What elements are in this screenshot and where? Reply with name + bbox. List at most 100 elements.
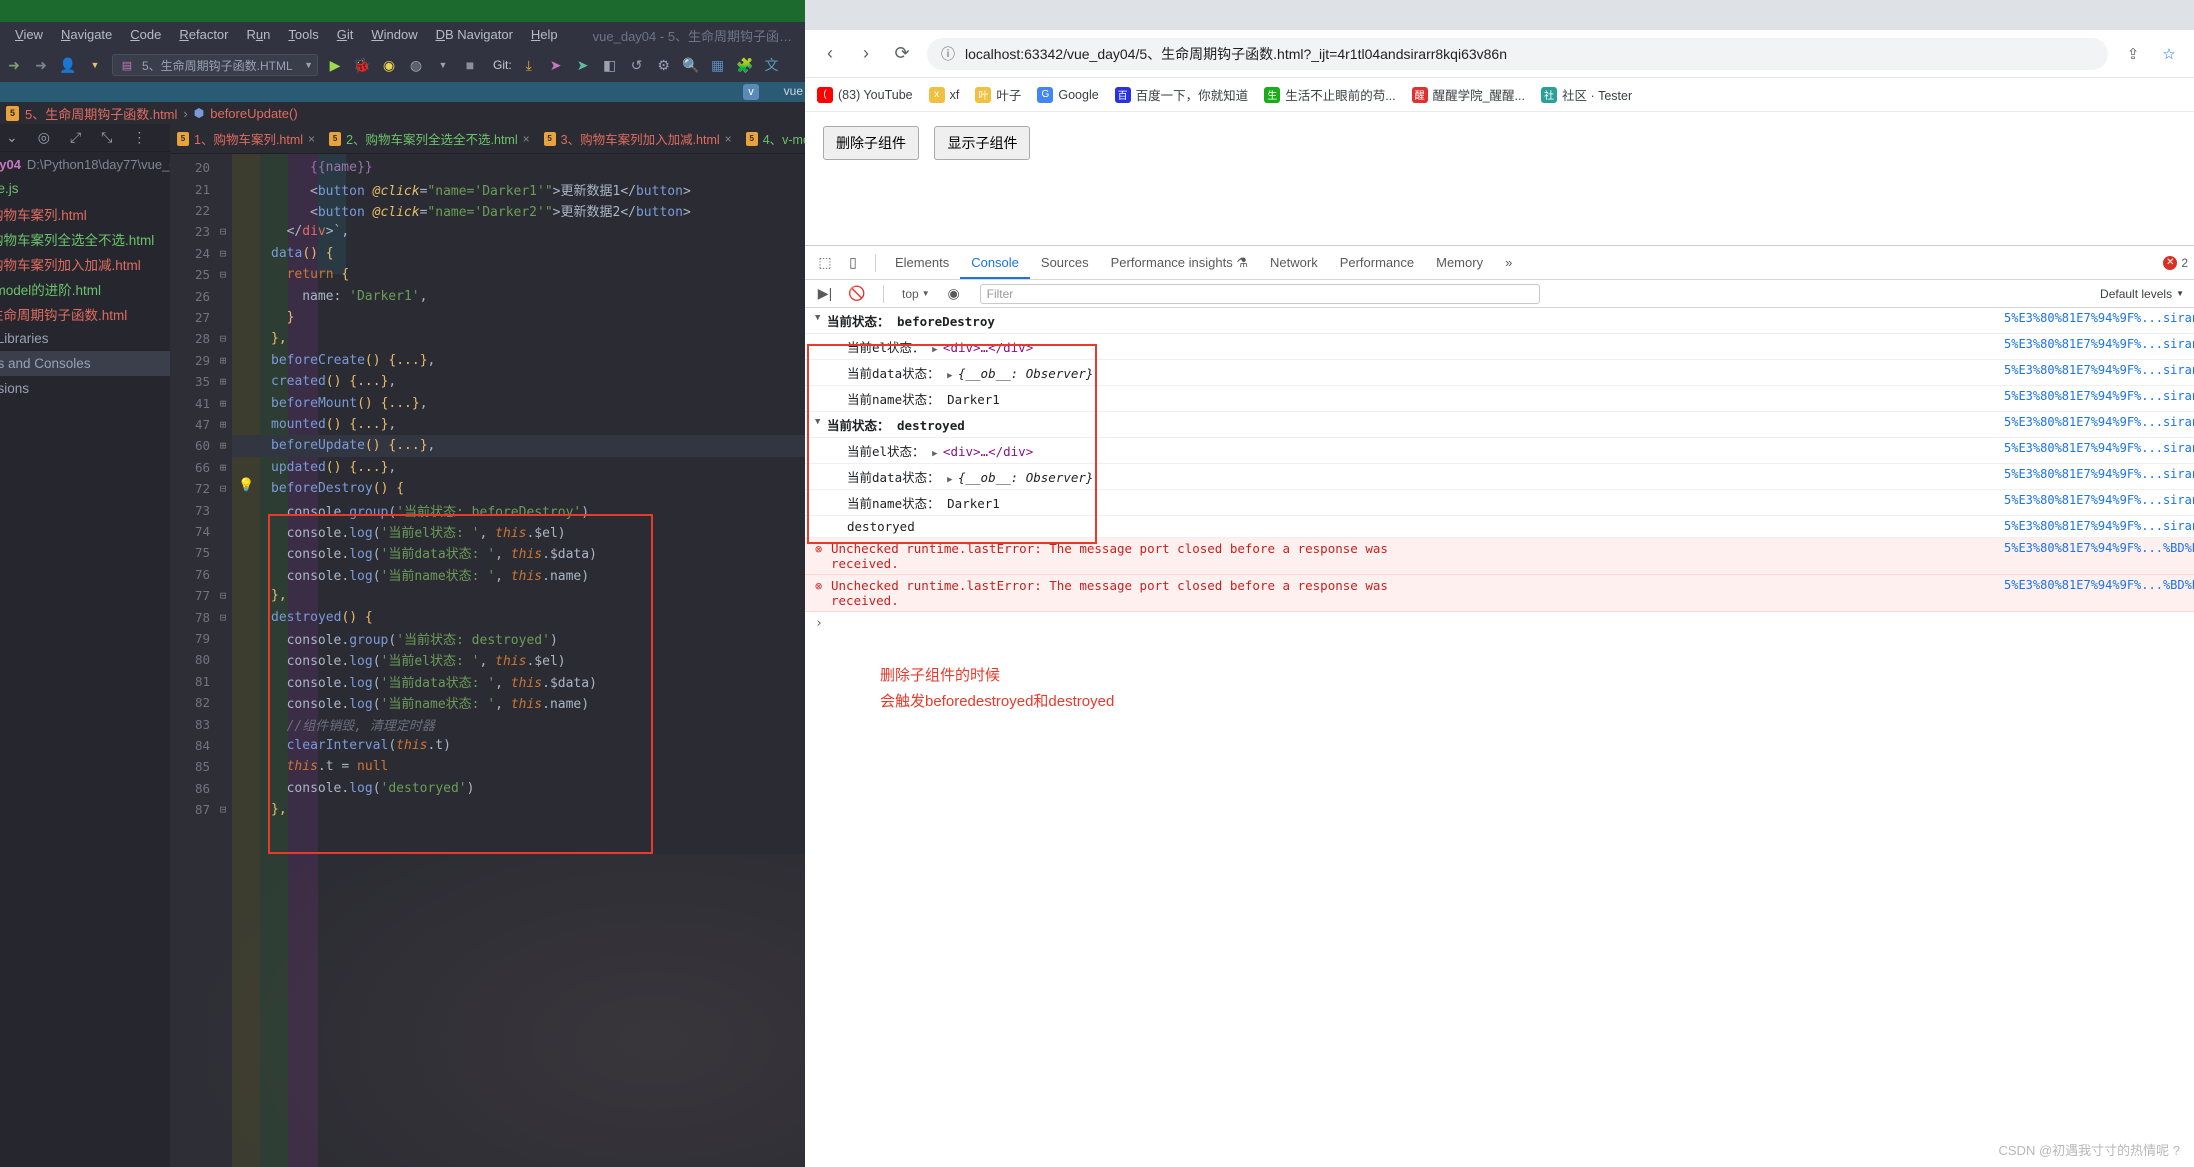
log-levels-selector[interactable]: Default levels ▼ bbox=[2090, 287, 2194, 301]
code-line[interactable]: 81 console.log('当前data状态: ', this.$data) bbox=[170, 671, 805, 692]
console-log-row[interactable]: destoryed 5%E3%80%81E7%94%9F%...siran bbox=[805, 516, 2194, 538]
menu-item-view[interactable]: View bbox=[6, 22, 52, 48]
code-line[interactable]: 83 //组件销毁, 清理定时器 bbox=[170, 713, 805, 734]
code-line[interactable]: 41 ⊞ beforeMount() {...}, bbox=[170, 392, 805, 413]
page-info-icon[interactable]: ⓘ bbox=[941, 44, 955, 64]
console-log-row[interactable]: 当前el状态： ▶ <div>…</div> 5%E3%80%81E7%94%9F… bbox=[805, 438, 2194, 464]
run-icon[interactable]: ▶ bbox=[325, 55, 345, 75]
bookmark-item[interactable]: 醒醒醒学院_醒醒... bbox=[1411, 85, 1525, 104]
collapse-chevron-icon[interactable]: ⌄ bbox=[6, 129, 18, 146]
code-line[interactable]: 27} bbox=[170, 307, 805, 328]
bookmark-item[interactable]: G Google bbox=[1037, 86, 1099, 103]
console-group-row[interactable]: ▼ 当前状态： beforeDestroy 5%E3%80%81E7%94%9F%.… bbox=[805, 308, 2194, 334]
disclosure-triangle-icon[interactable] bbox=[835, 441, 847, 443]
fold-marker-icon[interactable]: ⊞ bbox=[214, 397, 232, 410]
chevron-down-icon[interactable]: ▼ bbox=[433, 55, 453, 75]
code-line[interactable]: 79 console.group('当前状态: destroyed') bbox=[170, 628, 805, 649]
fold-marker-icon[interactable]: ⊞ bbox=[214, 461, 232, 474]
bookmark-item[interactable]: x xf bbox=[928, 86, 959, 103]
tab-elements[interactable]: Elements bbox=[884, 246, 960, 279]
code-editor[interactable]: 20 {{name}} 21 <button @click="name='Darker… bbox=[170, 154, 805, 1167]
code-line[interactable]: 85 this.t = null bbox=[170, 756, 805, 777]
bookmark-item[interactable]: ((83) YouTube bbox=[817, 86, 913, 103]
back-icon[interactable]: ‹ bbox=[819, 43, 841, 64]
project-item[interactable]: 购物车案列.html bbox=[0, 201, 170, 226]
console-log-row[interactable]: 当前data状态： ▶ {__ob__: Observer} 5%E3%80%81… bbox=[805, 360, 2194, 386]
disclosure-triangle-icon[interactable] bbox=[835, 389, 847, 391]
target-icon[interactable]: ◎ bbox=[38, 129, 50, 146]
project-item[interactable]: 生命周期钩子函数.html bbox=[0, 301, 170, 326]
console-source-link[interactable]: 5%E3%80%81E7%94%9F%...siran bbox=[2004, 337, 2194, 351]
console-source-link[interactable]: 5%E3%80%81E7%94%9F%...siran bbox=[2004, 389, 2194, 403]
expand-object-icon[interactable]: ▶ bbox=[947, 475, 958, 485]
tab-memory[interactable]: Memory bbox=[1425, 246, 1494, 279]
device-toolbar-icon[interactable]: ▯ bbox=[839, 250, 867, 276]
code-line[interactable]: 35 ⊞ created() {...}, bbox=[170, 371, 805, 392]
menu-item-git[interactable]: Git bbox=[328, 22, 363, 48]
fold-marker-icon[interactable]: ⊞ bbox=[214, 439, 232, 452]
code-line[interactable]: 66 ⊞ updated() {...}, bbox=[170, 457, 805, 478]
menu-item-navigate[interactable]: Navigate bbox=[52, 22, 121, 48]
code-line[interactable]: 77 ⊟}, bbox=[170, 585, 805, 606]
live-expression-icon[interactable]: ◉ bbox=[940, 281, 968, 307]
project-root-row[interactable]: ay04 D:\Python18\day77\vue_day bbox=[0, 152, 170, 176]
fold-marker-icon[interactable]: ⊟ bbox=[214, 482, 232, 495]
tab-performance-insights[interactable]: Performance insights ⚗ bbox=[1100, 246, 1259, 279]
code-line[interactable]: 47 ⊞ mounted() {...}, bbox=[170, 414, 805, 435]
menu-item-code[interactable]: Code bbox=[121, 22, 170, 48]
project-item[interactable]: -model的进阶.html bbox=[0, 276, 170, 301]
code-line[interactable]: 22 <button @click="name='Darker2'">更新数据2<… bbox=[170, 200, 805, 221]
users-icon[interactable]: 👤 bbox=[58, 55, 78, 75]
close-icon[interactable]: × bbox=[523, 132, 530, 146]
forward-icon[interactable]: › bbox=[855, 43, 877, 64]
forward-arrow-icon[interactable]: ➜ bbox=[31, 55, 51, 75]
layout-icon[interactable]: ▦ bbox=[708, 55, 728, 75]
disclosure-triangle-icon[interactable]: ▼ bbox=[815, 311, 827, 323]
update-project-icon[interactable]: ⤓ bbox=[519, 55, 539, 75]
run-configuration-selector[interactable]: ▤ 5、生命周期钩子函数.HTML ▼ bbox=[112, 54, 318, 76]
disclosure-triangle-icon[interactable]: ▼ bbox=[815, 415, 827, 427]
chevron-down-icon[interactable]: ▼ bbox=[85, 55, 105, 75]
project-item[interactable]: 购物车案列加入加减.html bbox=[0, 251, 170, 276]
stop-icon[interactable]: ■ bbox=[460, 55, 480, 75]
code-line[interactable]: 60 ⊞ beforeUpdate() {...}, bbox=[170, 435, 805, 456]
console-source-link[interactable]: 5%E3%80%81E7%94%9F%...siran bbox=[2004, 519, 2194, 533]
code-line[interactable]: 82 console.log('当前name状态: ', this.name) bbox=[170, 692, 805, 713]
editor-tab[interactable]: 5 2、购物车案列全选全不选.html × bbox=[322, 124, 537, 153]
history-icon[interactable]: ↺ bbox=[627, 55, 647, 75]
console-source-link[interactable]: 5%E3%80%81E7%94%9F%...siran bbox=[2004, 415, 2194, 429]
console-error-row[interactable]: ⊗ Unchecked runtime.lastError: The messag… bbox=[805, 575, 2194, 612]
menu-item-refactor[interactable]: Refactor bbox=[170, 22, 237, 48]
console-source-link[interactable]: 5%E3%80%81E7%94%9F%...siran bbox=[2004, 363, 2194, 377]
star-icon[interactable]: ☆ bbox=[2158, 45, 2180, 63]
fold-marker-icon[interactable]: ⊞ bbox=[214, 354, 232, 367]
commit-icon[interactable]: ➤ bbox=[573, 55, 593, 75]
project-item[interactable]: l Libraries bbox=[0, 326, 170, 351]
plugins-icon[interactable]: 🧩 bbox=[735, 55, 755, 75]
console-output[interactable]: ▼ 当前状态： beforeDestroy 5%E3%80%81E7%94%9F%.… bbox=[805, 308, 2194, 1167]
push-icon[interactable]: ➤ bbox=[546, 55, 566, 75]
project-item[interactable]: nsions bbox=[0, 376, 170, 401]
code-line[interactable]: 76 console.log('当前name状态: ', this.name) bbox=[170, 564, 805, 585]
code-line[interactable]: 29 ⊞ beforeCreate() {...}, bbox=[170, 350, 805, 371]
collapse-all-icon[interactable]: ⤡ bbox=[101, 129, 112, 146]
code-line[interactable]: 87 ⊟}, bbox=[170, 799, 805, 820]
profile-icon[interactable]: ◍ bbox=[406, 55, 426, 75]
more-options-icon[interactable]: ⋮ bbox=[132, 129, 146, 146]
editor-tab[interactable]: 5 3、购物车案列加入加减.html × bbox=[537, 124, 739, 153]
compare-icon[interactable]: ◧ bbox=[600, 55, 620, 75]
fold-marker-icon[interactable]: ⊟ bbox=[214, 332, 232, 345]
execution-context-selector[interactable]: top ▼ bbox=[896, 287, 936, 301]
bookmark-item[interactable]: 百百度一下，你就知道 bbox=[1114, 85, 1248, 104]
fold-marker-icon[interactable]: ⊟ bbox=[214, 803, 232, 816]
intention-bulb-icon[interactable]: 💡 bbox=[238, 477, 254, 493]
console-source-link[interactable]: 5%E3%80%81E7%94%9F%...siran bbox=[2004, 467, 2194, 481]
code-line[interactable]: 28 ⊟}, bbox=[170, 328, 805, 349]
code-line[interactable]: 21 <button @click="name='Darker1'">更新数据1<… bbox=[170, 178, 805, 199]
search-everywhere-icon[interactable]: 🔍 bbox=[681, 55, 701, 75]
console-source-link[interactable]: 5%E3%80%81E7%94%9F%...siran bbox=[2004, 441, 2194, 455]
back-arrow-icon[interactable]: ➜ bbox=[4, 55, 24, 75]
project-item[interactable]: es and Consoles bbox=[0, 351, 170, 376]
fold-marker-icon[interactable]: ⊟ bbox=[214, 611, 232, 624]
console-filter-input[interactable]: Filter bbox=[979, 283, 1540, 304]
